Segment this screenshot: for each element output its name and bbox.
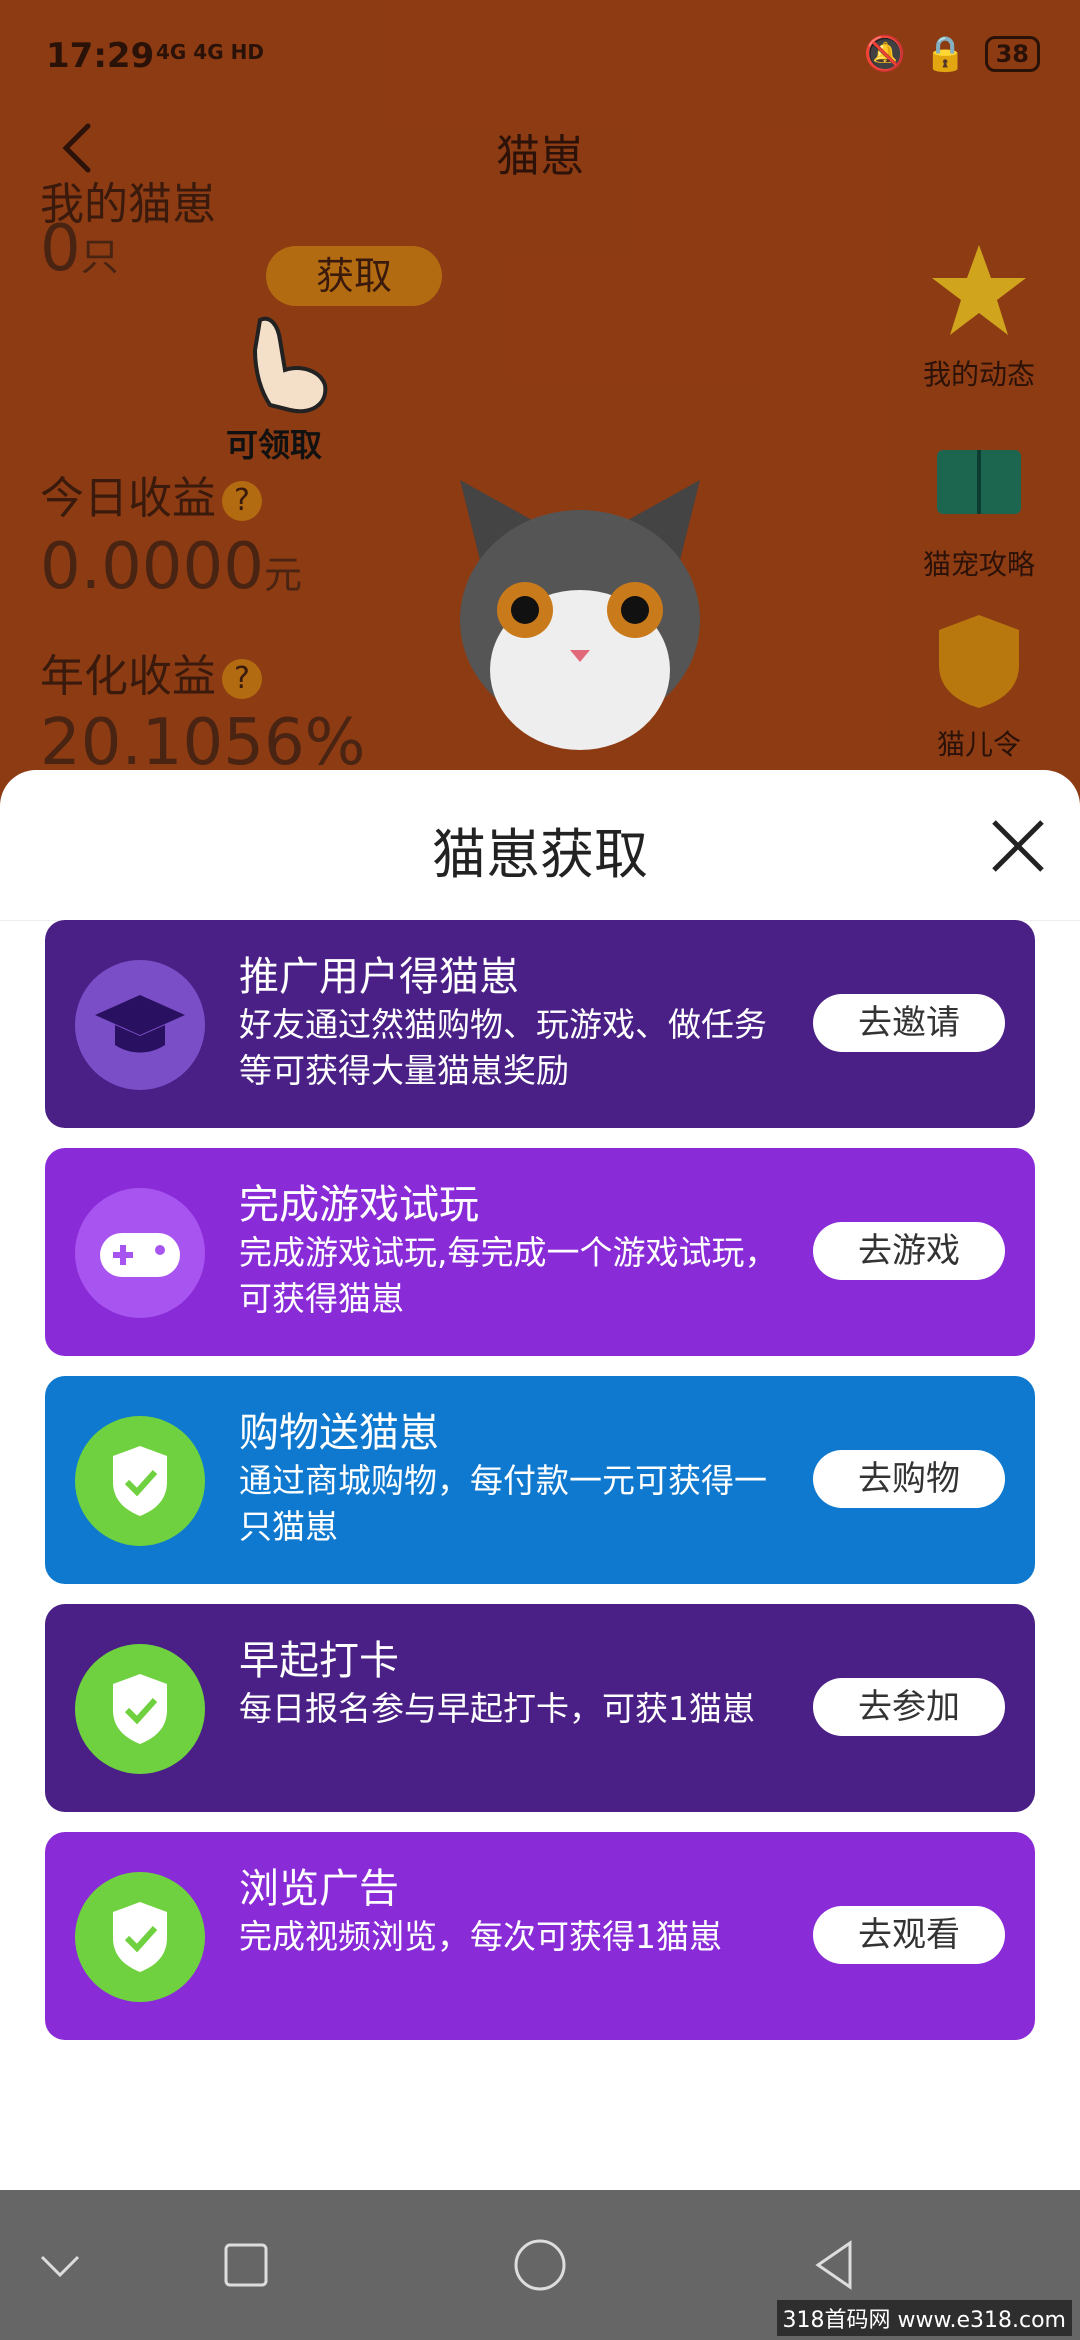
hint-text: 可领取 — [226, 426, 323, 464]
shield-check-icon — [75, 1416, 205, 1546]
watermark: 318首码网 www.e318.com — [776, 2300, 1072, 2336]
shield-check-icon — [75, 1872, 205, 2002]
today-earnings-value-row: 0.0000元 — [40, 530, 302, 604]
task-desc: 通过商城购物，每付款一元可获得一只猫崽 — [239, 1461, 767, 1546]
system-nav-bar: 318首码网 www.e318.com — [0, 2190, 1080, 2340]
task-title: 购物送猫崽 — [239, 1410, 439, 1456]
annual-earnings-value: 20.1056% — [40, 706, 366, 780]
close-icon[interactable] — [986, 814, 1050, 878]
my-cats-unit: 只 — [80, 235, 119, 279]
get-cats-sheet: 猫崽获取 推广用户得猫崽 好友通过然猫购物、玩游戏、做任务等可获得大量猫崽奖励 … — [0, 770, 1080, 2190]
game-button[interactable]: 去游戏 — [813, 1222, 1005, 1280]
annual-help-icon[interactable]: ? — [222, 659, 262, 699]
cat-order-button[interactable]: 猫儿令 — [914, 610, 1044, 763]
get-cats-button[interactable]: 获取 — [266, 246, 442, 306]
home-icon[interactable] — [510, 2235, 570, 2295]
status-bar: 17:29 4G 4G HD 🔕 🔒 38 — [46, 30, 1040, 80]
cat-mascot-image — [460, 480, 700, 750]
task-desc: 每日报名参与早起打卡，可获1猫崽 — [239, 1689, 755, 1728]
task-desc: 好友通过然猫购物、玩游戏、做任务等可获得大量猫崽奖励 — [239, 1005, 767, 1090]
sheet-title: 猫崽获取 — [432, 823, 648, 886]
join-button[interactable]: 去参加 — [813, 1678, 1005, 1736]
watch-button[interactable]: 去观看 — [813, 1906, 1005, 1964]
annual-earnings-row: 年化收益? — [40, 640, 262, 704]
task-title: 推广用户得猫崽 — [239, 954, 519, 1000]
shield-check-icon — [75, 1644, 205, 1774]
task-title: 完成游戏试玩 — [239, 1182, 479, 1228]
task-desc: 完成游戏试玩,每完成一个游戏试玩，可获得猫崽 — [239, 1233, 778, 1318]
today-earnings-unit: 元 — [263, 553, 302, 597]
task-card-ads: 浏览广告 完成视频浏览，每次可获得1猫崽 去观看 — [45, 1832, 1035, 2040]
today-help-icon[interactable]: ? — [222, 481, 262, 521]
annual-earnings-label: 年化收益 — [40, 651, 216, 702]
today-earnings-value: 0.0000 — [40, 530, 264, 604]
chevron-down-icon[interactable] — [30, 2235, 90, 2295]
sheet-header: 猫崽获取 — [0, 770, 1080, 921]
pet-guide-label: 猫宠攻略 — [922, 548, 1035, 581]
gamepad-icon — [75, 1188, 205, 1318]
task-title: 早起打卡 — [239, 1638, 399, 1684]
mute-icon: 🔕 — [863, 34, 907, 74]
my-activity-button[interactable]: 我的动态 — [914, 240, 1044, 393]
signal-indicator: 4G 4G HD — [156, 40, 264, 64]
today-earnings-label: 今日收益 — [40, 473, 216, 524]
today-earnings-row: 今日收益? — [40, 462, 262, 526]
my-cats-value-row: 0只 — [40, 212, 119, 286]
cat-order-label: 猫儿令 — [936, 728, 1021, 761]
my-cats-value: 0 — [40, 212, 81, 286]
shop-button[interactable]: 去购物 — [813, 1450, 1005, 1508]
lock-icon: 🔒 — [924, 34, 967, 74]
cat-badge-icon — [939, 615, 1019, 708]
book-icon — [937, 450, 1021, 514]
task-title: 浏览广告 — [239, 1866, 399, 1912]
task-card-checkin: 早起打卡 每日报名参与早起打卡，可获1猫崽 去参加 — [45, 1604, 1035, 1812]
invite-button[interactable]: 去邀请 — [813, 994, 1005, 1052]
task-card-game: 完成游戏试玩 完成游戏试玩,每完成一个游戏试玩，可获得猫崽 去游戏 — [45, 1148, 1035, 1356]
task-card-invite: 推广用户得猫崽 好友通过然猫购物、玩游戏、做任务等可获得大量猫崽奖励 去邀请 — [45, 920, 1035, 1128]
task-card-shop: 购物送猫崽 通过商城购物，每付款一元可获得一只猫崽 去购物 — [45, 1376, 1035, 1584]
graduation-cap-icon — [75, 960, 205, 1090]
pointing-hand-icon — [252, 316, 328, 414]
back-triangle-icon[interactable] — [804, 2235, 864, 2295]
my-activity-label: 我的动态 — [922, 358, 1035, 391]
status-time: 17:29 — [46, 36, 155, 76]
pet-guide-button[interactable]: 猫宠攻略 — [914, 430, 1044, 583]
recent-apps-icon[interactable] — [216, 2235, 276, 2295]
battery-indicator: 38 — [984, 36, 1040, 72]
task-desc: 完成视频浏览，每次可获得1猫崽 — [239, 1917, 722, 1956]
star-icon — [932, 245, 1026, 335]
